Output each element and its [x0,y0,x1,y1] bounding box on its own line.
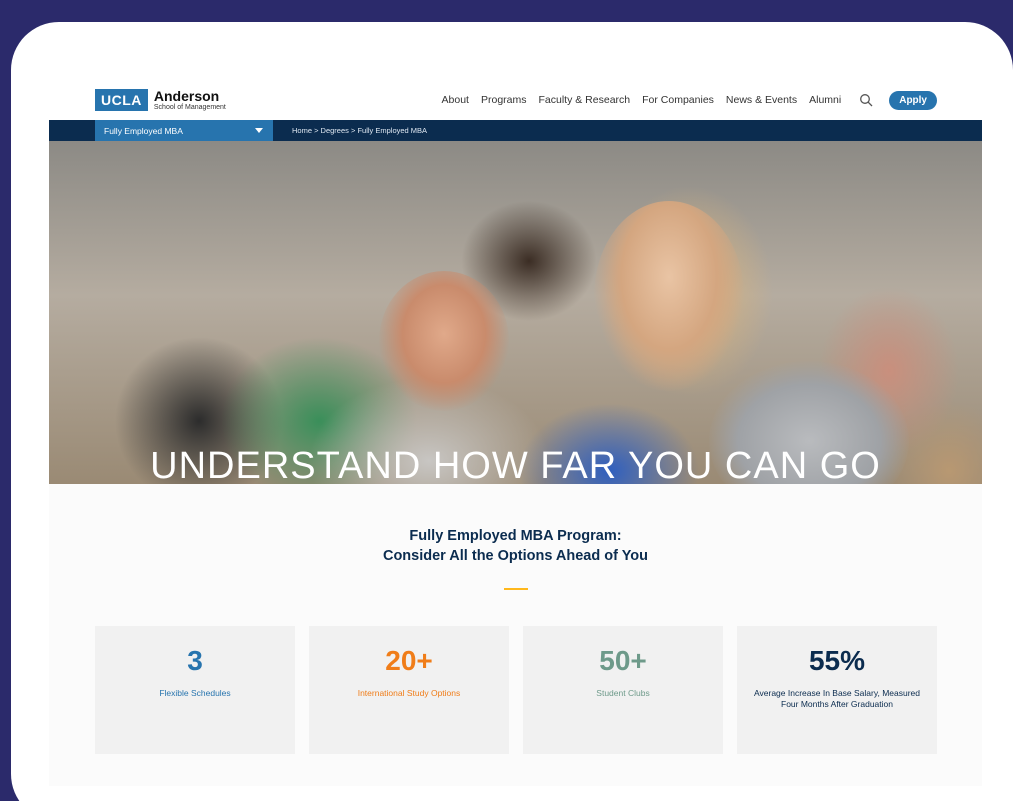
hero-photo-figure [594,201,744,391]
logo-anderson: Anderson [153,88,220,104]
stat-label: Flexible Schedules [159,688,231,698]
stat-value: 20+ [385,645,433,676]
hero-banner: UNDERSTAND HOW FAR YOU CAN GO [49,141,982,484]
nav-for-companies[interactable]: For Companies [642,94,714,106]
logo-ucla: UCLA [95,89,148,111]
logo-wordmark: Anderson School of Management [154,89,226,111]
stat-card: 3 Flexible Schedules [95,626,295,754]
nav-faculty-research[interactable]: Faculty & Research [539,94,631,106]
main-nav: About Programs Faculty & Research For Co… [442,90,937,110]
stat-value: 55% [808,645,866,676]
stat-value: 50+ [599,645,647,676]
sub-navigation: Fully Employed MBA Home > Degrees > Full… [49,120,982,141]
hero-photo-figure [379,271,509,411]
nav-alumni[interactable]: Alumni [809,94,841,106]
chevron-down-icon [255,128,263,133]
stat-label: Student Clubs [596,688,650,698]
search-icon[interactable] [859,93,873,107]
accent-divider [503,588,528,590]
stats-row: 3 Flexible Schedules 20+ International S… [49,626,982,786]
program-dropdown[interactable]: Fully Employed MBA [95,120,273,141]
website: UCLA Anderson School of Management About… [49,80,982,786]
stat-label: International Study Options [357,688,461,698]
stat-card: 20+ International Study Options [309,626,509,754]
nav-about[interactable]: About [442,94,469,106]
program-intro: Fully Employed MBA Program: Consider All… [49,484,982,626]
breadcrumb[interactable]: Home > Degrees > Fully Employed MBA [292,126,427,135]
hero-title: UNDERSTAND HOW FAR YOU CAN GO [150,445,881,484]
top-navigation: UCLA Anderson School of Management About… [49,80,982,120]
nav-news-events[interactable]: News & Events [726,94,797,106]
stat-value: 3 [187,645,203,676]
intro-heading-line2: Consider All the Options Ahead of You [382,548,649,564]
nav-programs[interactable]: Programs [481,94,527,106]
stat-label: Average Increase In Base Salary, Measure… [754,688,920,709]
intro-heading-line1: Fully Employed MBA Program: [409,528,622,544]
screenshot-card: UCLA Anderson School of Management About… [11,22,1013,801]
ucla-anderson-logo[interactable]: UCLA Anderson School of Management [95,89,226,111]
stat-card: 55% Average Increase In Base Salary, Mea… [737,626,937,754]
logo-school: School of Management [153,104,226,111]
stat-card: 50+ Student Clubs [523,626,723,754]
apply-button[interactable]: Apply [889,90,937,110]
program-dropdown-label: Fully Employed MBA [104,125,183,136]
